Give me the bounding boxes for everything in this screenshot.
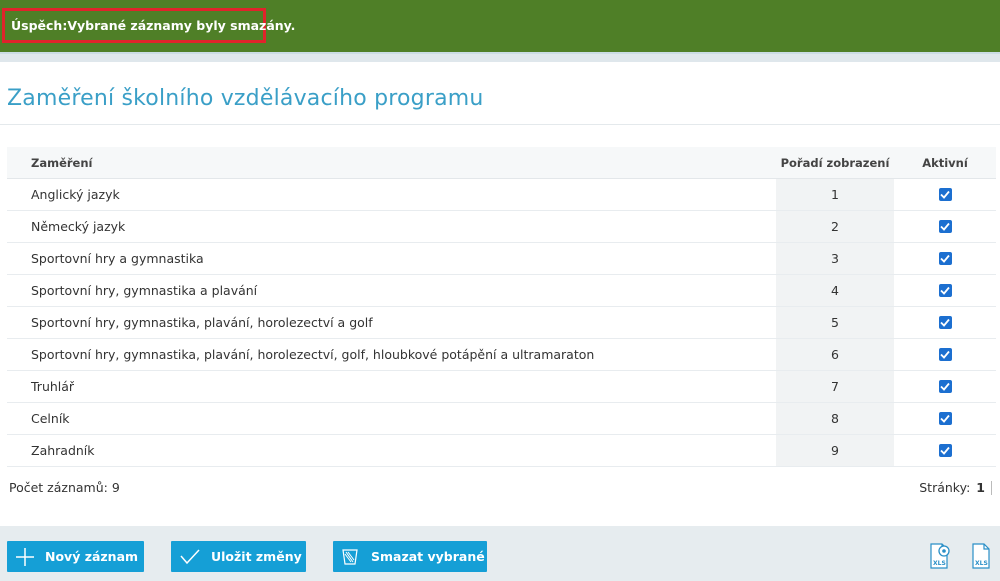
table-row[interactable]: Sportovní hry, gymnastika, plavání, horo…	[7, 307, 996, 339]
row-active-cell	[894, 435, 996, 466]
action-toolbar: Nový záznam Uložit změny Smazat vybrané …	[0, 526, 1000, 581]
active-checkbox[interactable]	[938, 348, 952, 361]
delete-selected-button[interactable]: Smazat vybrané	[333, 541, 487, 572]
column-header-active[interactable]: Aktivní	[894, 147, 996, 178]
row-order-cell[interactable]: 5	[776, 307, 894, 338]
row-name-cell[interactable]: Sportovní hry, gymnastika, plavání, horo…	[7, 347, 776, 362]
svg-text:XLS: XLS	[975, 560, 988, 567]
new-record-button[interactable]: Nový záznam	[7, 541, 144, 572]
checkbox-checkmark-icon	[940, 254, 950, 263]
page-title: Zaměření školního vzdělávacího programu	[7, 86, 484, 111]
success-label: Úspěch:	[11, 18, 68, 33]
checkbox-checkmark-icon	[940, 350, 950, 359]
row-order-cell[interactable]: 3	[776, 243, 894, 274]
row-order-cell[interactable]: 1	[776, 179, 894, 210]
checkbox-checkmark-icon	[940, 414, 950, 423]
row-name-cell[interactable]: Německý jazyk	[7, 219, 776, 234]
xls-export-icon[interactable]: XLS	[970, 542, 992, 570]
row-name-cell[interactable]: Sportovní hry a gymnastika	[7, 251, 776, 266]
row-name-cell[interactable]: Sportovní hry, gymnastika a plavání	[7, 283, 776, 298]
row-active-cell	[894, 371, 996, 402]
page-number-current[interactable]: 1	[976, 480, 985, 495]
trash-icon	[342, 548, 358, 565]
delete-selected-label: Smazat vybrané	[371, 549, 485, 564]
success-message-box: Úspěch: Vybrané záznamy byly smazány.	[2, 8, 295, 43]
table-row[interactable]: Truhlář 7	[7, 371, 996, 403]
row-order-cell[interactable]: 7	[776, 371, 894, 402]
table-body: Anglický jazyk 1 Německý jazyk 2 Sportovní h…	[7, 179, 996, 467]
table-row[interactable]: Německý jazyk 2	[7, 211, 996, 243]
checkbox-checkmark-icon	[940, 286, 950, 295]
active-checkbox[interactable]	[938, 380, 952, 393]
row-name-cell[interactable]: Truhlář	[7, 379, 776, 394]
save-changes-label: Uložit změny	[211, 549, 302, 564]
table-row[interactable]: Sportovní hry, gymnastika, plavání, horo…	[7, 339, 996, 371]
row-active-cell	[894, 275, 996, 306]
row-order-cell[interactable]: 9	[776, 435, 894, 466]
row-order-cell[interactable]: 6	[776, 339, 894, 370]
table-row[interactable]: Zahradník 9	[7, 435, 996, 467]
row-active-cell	[894, 403, 996, 434]
table-row[interactable]: Anglický jazyk 1	[7, 179, 996, 211]
table-header-row: Zaměření Pořadí zobrazení Aktivní	[7, 147, 996, 179]
svg-text:XLS: XLS	[933, 560, 946, 567]
save-changes-button[interactable]: Uložit změny	[171, 541, 306, 572]
row-active-cell	[894, 339, 996, 370]
pages-label: Stránky:	[919, 480, 971, 495]
active-checkbox[interactable]	[938, 284, 952, 297]
row-name-cell[interactable]: Zahradník	[7, 443, 776, 458]
success-banner: Úspěch: Vybrané záznamy byly smazány.	[0, 0, 1000, 52]
column-header-name[interactable]: Zaměření	[7, 156, 776, 170]
content-panel: Zaměření školního vzdělávacího programu …	[0, 62, 1000, 526]
row-active-cell	[894, 179, 996, 210]
row-active-cell	[894, 243, 996, 274]
row-name-cell[interactable]: Sportovní hry, gymnastika, plavání, horo…	[7, 315, 776, 330]
record-count: Počet záznamů: 9	[9, 480, 120, 495]
row-name-cell[interactable]: Anglický jazyk	[7, 187, 776, 202]
table-row[interactable]: Celník 8	[7, 403, 996, 435]
records-table: Zaměření Pořadí zobrazení Aktivní Anglic…	[7, 147, 996, 467]
checkbox-checkmark-icon	[940, 190, 950, 199]
table-row[interactable]: Sportovní hry, gymnastika a plavání 4	[7, 275, 996, 307]
checkbox-checkmark-icon	[940, 318, 950, 327]
active-checkbox[interactable]	[938, 220, 952, 233]
plus-icon	[16, 547, 34, 566]
row-name-cell[interactable]: Celník	[7, 411, 776, 426]
active-checkbox[interactable]	[938, 412, 952, 425]
row-order-cell[interactable]: 8	[776, 403, 894, 434]
success-text: Vybrané záznamy byly smazány.	[67, 18, 296, 33]
new-record-label: Nový záznam	[45, 549, 139, 564]
title-divider	[0, 124, 1000, 125]
row-active-cell	[894, 211, 996, 242]
checkbox-checkmark-icon	[940, 446, 950, 455]
pagination-divider	[991, 480, 992, 495]
row-active-cell	[894, 307, 996, 338]
pagination: Stránky: 1	[919, 480, 992, 495]
active-checkbox[interactable]	[938, 316, 952, 329]
active-checkbox[interactable]	[938, 444, 952, 457]
checkbox-checkmark-icon	[940, 222, 950, 231]
column-header-order[interactable]: Pořadí zobrazení	[776, 147, 894, 178]
active-checkbox[interactable]	[938, 252, 952, 265]
xls-settings-icon[interactable]: XLS	[927, 542, 953, 570]
table-row[interactable]: Sportovní hry a gymnastika 3	[7, 243, 996, 275]
row-order-cell[interactable]: 2	[776, 211, 894, 242]
checkbox-checkmark-icon	[940, 382, 950, 391]
row-order-cell[interactable]: 4	[776, 275, 894, 306]
checkmark-icon	[180, 548, 200, 564]
active-checkbox[interactable]	[938, 188, 952, 201]
banner-divider	[0, 52, 1000, 62]
